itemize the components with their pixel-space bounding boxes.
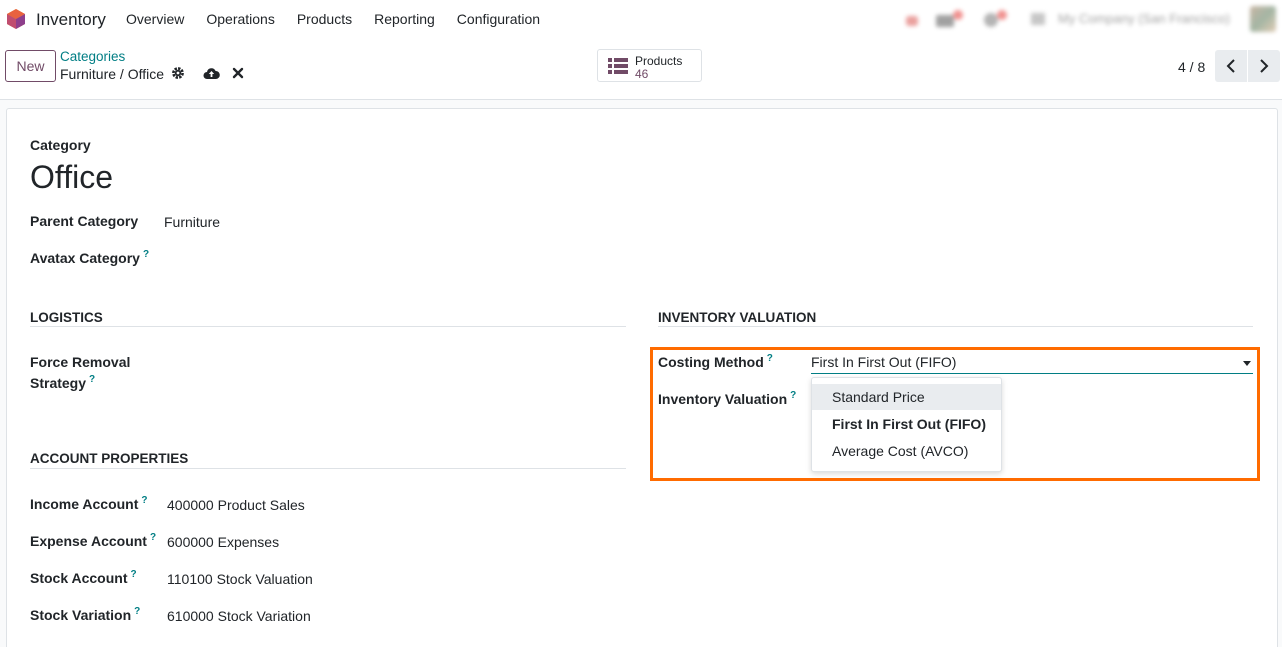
inventory-valuation-label-text: Inventory Valuation	[658, 391, 788, 407]
inventory-valuation-section-title: INVENTORY VALUATION	[658, 310, 817, 325]
parent-category-label: Parent Category	[30, 213, 139, 229]
products-smart-button[interactable]: Products 46	[597, 49, 702, 82]
section-divider	[658, 326, 1253, 327]
category-label: Category	[30, 137, 91, 153]
breadcrumb-current: Furniture / Office	[60, 66, 165, 82]
costing-method-dropdown: Standard Price First In First Out (FIFO)…	[811, 377, 1002, 472]
main-menu: Overview Operations Products Reporting C…	[126, 11, 540, 27]
breadcrumb-categories[interactable]: Categories	[60, 49, 125, 64]
costing-method-label-text: Costing Method	[658, 354, 764, 370]
section-divider	[30, 326, 626, 327]
help-tooltip-icon[interactable]: ?	[131, 569, 137, 580]
caret-down-icon	[1243, 361, 1251, 366]
option-fifo[interactable]: First In First Out (FIFO)	[812, 411, 1001, 437]
help-tooltip-icon[interactable]: ?	[150, 532, 156, 543]
costing-method-select[interactable]: First In First Out (FIFO)	[811, 352, 1253, 374]
menu-overview[interactable]: Overview	[126, 11, 184, 27]
costing-method-label: Costing Method?	[658, 353, 773, 370]
menu-reporting[interactable]: Reporting	[374, 11, 435, 27]
pager-value[interactable]: 4 / 8	[1178, 59, 1205, 75]
expense-account-label-text: Expense Account	[30, 533, 147, 549]
cloud-upload-icon[interactable]	[203, 66, 220, 80]
menu-operations[interactable]: Operations	[206, 11, 274, 27]
account-properties-section-title: ACCOUNT PROPERTIES	[30, 451, 189, 466]
avatax-category-label-text: Avatax Category	[30, 250, 140, 266]
next-record-button[interactable]	[1248, 50, 1280, 82]
company-switcher[interactable]: My Company (San Francisco)	[1058, 11, 1230, 26]
control-panel: New Categories Furniture / Office Produc…	[0, 38, 1282, 100]
chevron-right-icon	[1260, 59, 1269, 73]
inventory-valuation-label: Inventory Valuation?	[658, 390, 796, 407]
menu-configuration[interactable]: Configuration	[457, 11, 540, 27]
gear-icon[interactable]	[171, 66, 185, 80]
expense-account-label: Expense Account?	[30, 532, 156, 549]
stock-account-label: Stock Account?	[30, 569, 137, 586]
parent-category-field[interactable]: Furniture	[164, 214, 220, 230]
user-avatar[interactable]	[1250, 6, 1276, 32]
costing-method-value: First In First Out (FIFO)	[811, 354, 957, 370]
bug-icon[interactable]	[903, 10, 921, 28]
chevron-left-icon	[1226, 59, 1235, 73]
stock-account-field[interactable]: 110100 Stock Valuation	[167, 571, 313, 587]
list-icon	[608, 58, 628, 74]
help-tooltip-icon[interactable]: ?	[143, 249, 149, 260]
help-tooltip-icon[interactable]: ?	[89, 374, 95, 385]
previous-record-button[interactable]	[1215, 50, 1247, 82]
smart-button-label: Products	[635, 54, 683, 68]
menu-products[interactable]: Products	[297, 11, 352, 27]
income-account-field[interactable]: 400000 Product Sales	[167, 497, 305, 513]
activity-icon[interactable]	[982, 10, 1012, 28]
force-removal-label-text: Strategy	[30, 375, 87, 391]
top-navbar: Inventory Overview Operations Products R…	[0, 0, 1282, 38]
force-removal-label-line2: Strategy?	[30, 374, 95, 391]
logistics-section-title: LOGISTICS	[30, 310, 103, 325]
stock-variation-label-text: Stock Variation	[30, 607, 132, 623]
stock-variation-label: Stock Variation?	[30, 606, 140, 623]
expense-account-field[interactable]: 600000 Expenses	[167, 534, 279, 550]
stock-account-label-text: Stock Account	[30, 570, 128, 586]
force-removal-label: Force Removal	[30, 354, 131, 370]
chat-icon[interactable]	[936, 10, 966, 28]
income-account-label: Income Account?	[30, 495, 148, 512]
app-name[interactable]: Inventory	[36, 10, 106, 30]
income-account-label-text: Income Account	[30, 496, 139, 512]
smart-button-count: 46	[635, 67, 649, 81]
help-tooltip-icon[interactable]: ?	[134, 606, 140, 617]
stock-variation-field[interactable]: 610000 Stock Variation	[167, 608, 311, 624]
category-name-field[interactable]: Office	[30, 158, 113, 196]
inventory-app-icon[interactable]	[6, 8, 26, 30]
help-tooltip-icon[interactable]: ?	[141, 495, 147, 506]
help-tooltip-icon[interactable]: ?	[767, 353, 773, 364]
help-tooltip-icon[interactable]: ?	[790, 390, 796, 401]
discard-icon[interactable]	[232, 67, 244, 79]
grid-icon[interactable]	[1030, 10, 1046, 28]
option-standard-price[interactable]: Standard Price	[812, 384, 1001, 410]
section-divider	[30, 468, 626, 469]
option-avco[interactable]: Average Cost (AVCO)	[812, 438, 1001, 464]
new-button[interactable]: New	[5, 50, 56, 82]
avatax-category-label: Avatax Category?	[30, 249, 149, 266]
